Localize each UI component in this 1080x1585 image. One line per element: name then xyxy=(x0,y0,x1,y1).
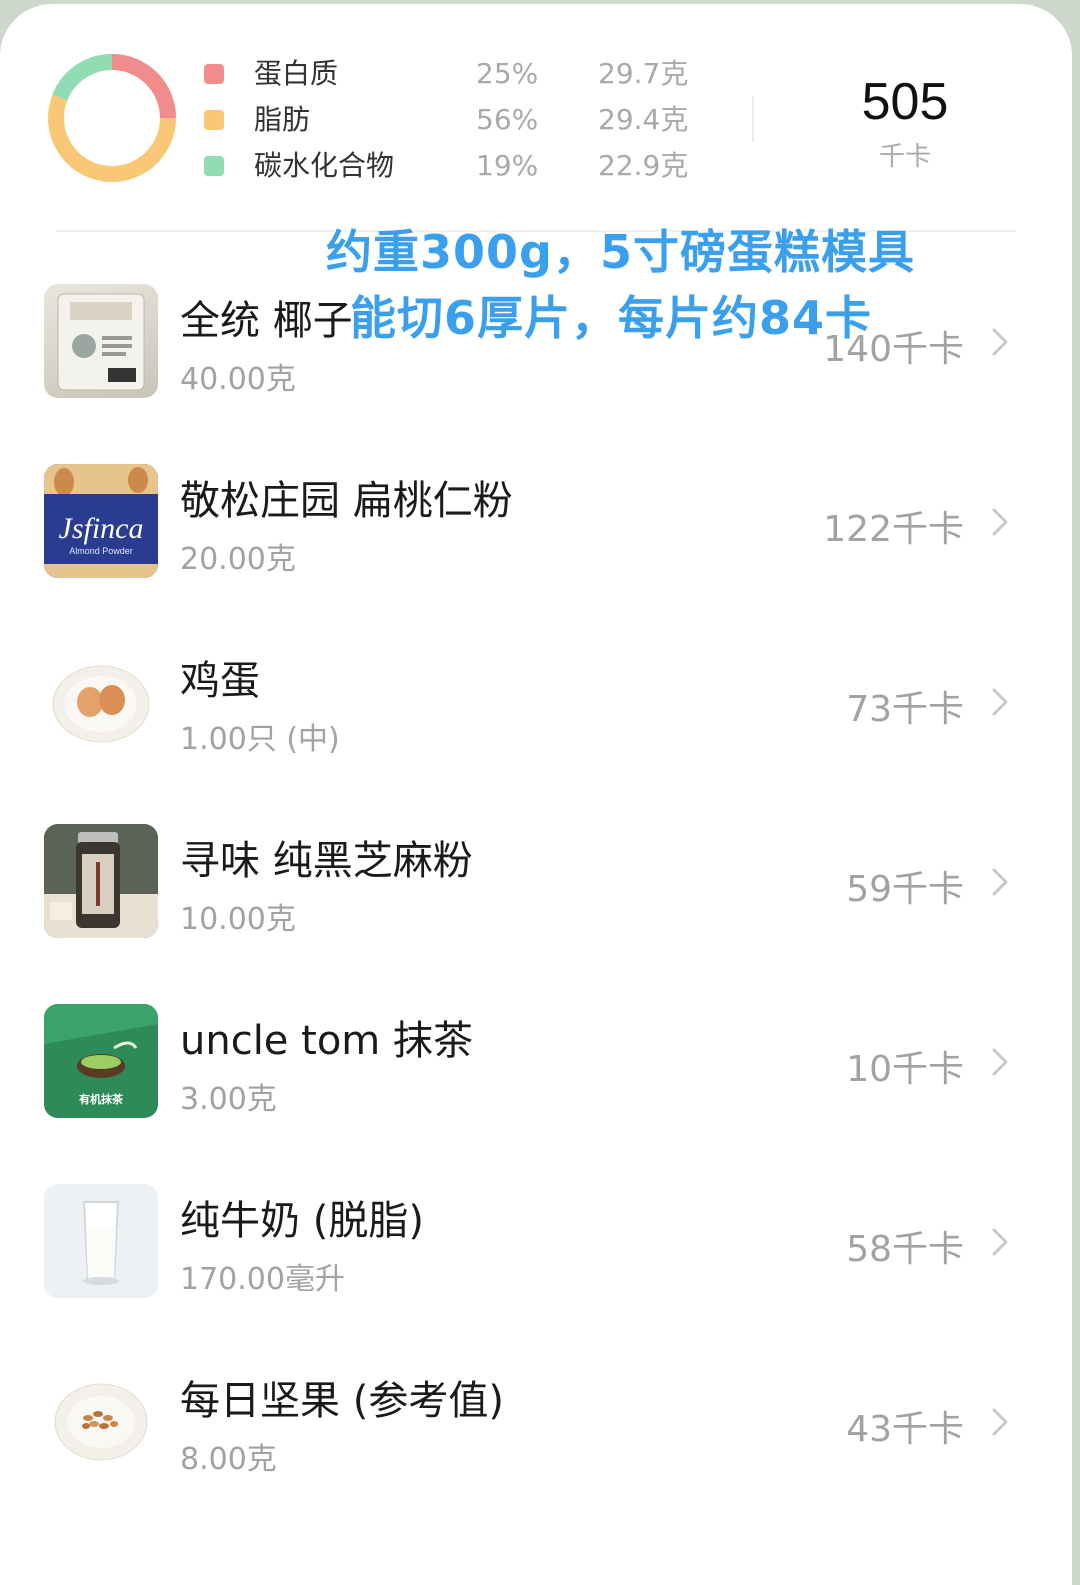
food-amount: 40.00克 xyxy=(180,362,296,397)
annotation-line-1: 约重300g，5寸磅蛋糕模具 xyxy=(326,225,915,279)
total-calories-unit: 千卡 xyxy=(878,142,931,172)
coconut-flour-bag-icon xyxy=(44,284,158,398)
annotation-line-2: 能切6厚片，每片约84卡 xyxy=(350,291,873,345)
chevron-right-icon xyxy=(992,868,1008,896)
food-calories: 73千卡 xyxy=(846,689,964,730)
chevron-right-icon xyxy=(992,508,1008,536)
legend-amount: 22.9克 xyxy=(598,149,689,182)
food-calories: 58千卡 xyxy=(846,1229,964,1270)
food-item-egg[interactable]: 鸡蛋 1.00只 (中) 73千卡 xyxy=(0,644,1072,764)
legend-row-fat: 脂肪 56% 29.4克 xyxy=(200,100,720,140)
food-item-skim-milk[interactable]: 纯牛奶 (脱脂) 170.00毫升 58千卡 xyxy=(0,1184,1072,1304)
chevron-right-icon xyxy=(992,1048,1008,1076)
food-name: 全统 椰子 xyxy=(180,298,353,344)
legend-percent: 19% xyxy=(476,149,539,182)
legend-percent: 25% xyxy=(476,57,539,90)
food-amount: 3.00克 xyxy=(180,1082,277,1117)
chevron-right-icon xyxy=(992,328,1008,356)
food-calories: 122千卡 xyxy=(823,509,964,550)
chevron-right-icon xyxy=(992,688,1008,716)
food-item-black-sesame[interactable]: 寻味 纯黑芝麻粉 10.00克 59千卡 xyxy=(0,824,1072,944)
food-amount: 1.00只 (中) xyxy=(180,722,340,757)
food-name: 鸡蛋 xyxy=(180,658,260,704)
food-name: 每日坚果 (参考值) xyxy=(180,1378,504,1424)
food-name: 纯牛奶 (脱脂) xyxy=(180,1198,424,1244)
egg-plate-icon xyxy=(44,644,158,758)
food-calories: 43千卡 xyxy=(846,1409,964,1450)
legend-row-protein: 蛋白质 25% 29.7克 xyxy=(200,54,720,94)
total-calories: 505 xyxy=(861,73,949,131)
meal-card: 蛋白质 25% 29.7克 脂肪 56% 29.4克 碳水化合物 19% 22.… xyxy=(0,4,1072,1585)
fat-color-dot xyxy=(204,110,224,130)
food-calories: 10千卡 xyxy=(846,1049,964,1090)
food-item-matcha[interactable]: 有机抹茶 uncle tom 抹茶 3.00克 10千卡 xyxy=(0,1004,1072,1124)
chevron-right-icon xyxy=(992,1408,1008,1436)
food-amount: 20.00克 xyxy=(180,542,296,577)
legend-name: 脂肪 xyxy=(254,103,311,136)
legend-name: 碳水化合物 xyxy=(254,149,395,182)
svg-text:有机抹茶: 有机抹茶 xyxy=(79,1092,124,1106)
food-name: 寻味 纯黑芝麻粉 xyxy=(180,838,473,884)
food-item-almond-flour[interactable]: Jsfinca Almond Powder 敬松庄园 扁桃仁粉 20.00克 1… xyxy=(0,464,1072,584)
milk-glass-icon xyxy=(44,1184,158,1298)
legend-amount: 29.4克 xyxy=(598,103,689,136)
matcha-bag-icon: 有机抹茶 xyxy=(44,1004,158,1118)
chevron-right-icon xyxy=(992,1228,1008,1256)
legend-name: 蛋白质 xyxy=(254,57,339,90)
food-amount: 8.00克 xyxy=(180,1442,277,1477)
food-name: 敬松庄园 扁桃仁粉 xyxy=(180,478,513,524)
carbs-color-dot xyxy=(204,156,224,176)
svg-text:Almond Powder: Almond Powder xyxy=(69,546,133,556)
legend-amount: 29.7克 xyxy=(598,57,689,90)
nuts-plate-icon xyxy=(44,1364,158,1478)
summary-divider xyxy=(752,96,754,142)
legend-row-carbs: 碳水化合物 19% 22.9克 xyxy=(200,146,720,186)
food-calories: 59千卡 xyxy=(846,869,964,910)
svg-text:Jsfinca: Jsfinca xyxy=(59,512,144,545)
protein-color-dot xyxy=(204,64,224,84)
macro-donut-chart xyxy=(48,53,176,182)
legend-percent: 56% xyxy=(476,103,539,136)
food-amount: 10.00克 xyxy=(180,902,296,937)
food-item-daily-nuts[interactable]: 每日坚果 (参考值) 8.00克 43千卡 xyxy=(0,1364,1072,1484)
almond-flour-bag-icon: Jsfinca Almond Powder xyxy=(44,464,158,578)
sesame-jar-icon xyxy=(44,824,158,938)
food-amount: 170.00毫升 xyxy=(180,1262,345,1297)
food-name: uncle tom 抹茶 xyxy=(180,1018,473,1064)
nutrition-summary: 蛋白质 25% 29.7克 脂肪 56% 29.4克 碳水化合物 19% 22.… xyxy=(0,4,1072,234)
